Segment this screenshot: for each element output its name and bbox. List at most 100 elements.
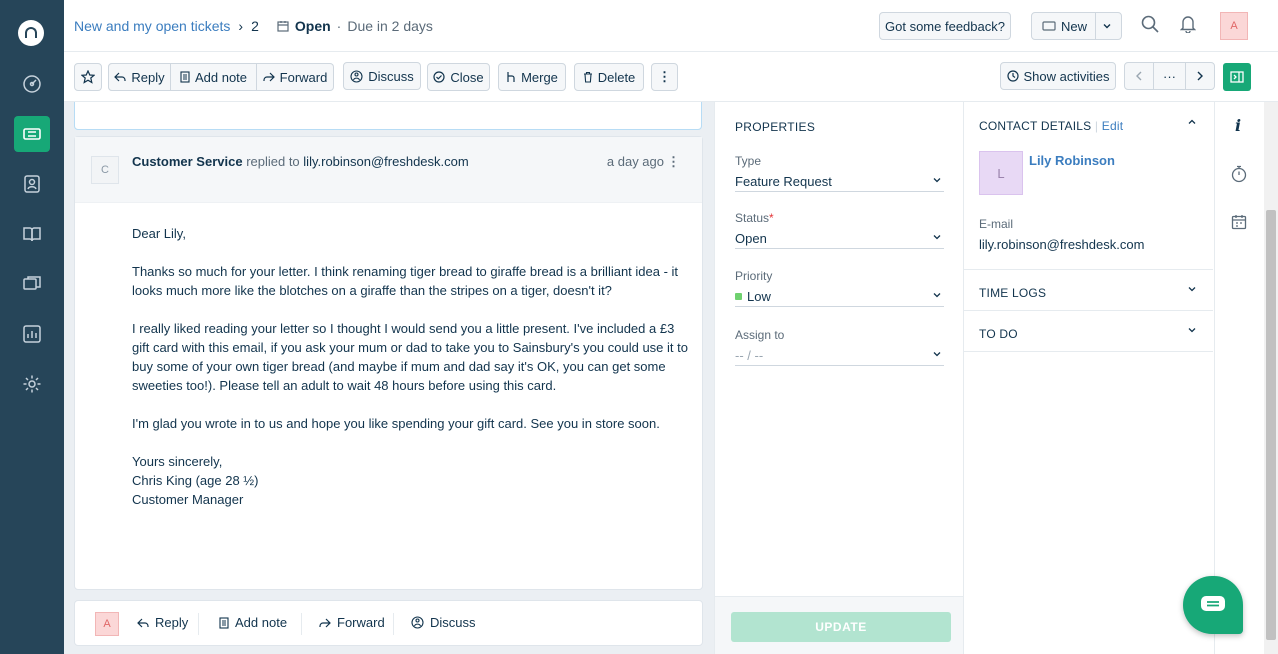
- toggle-sidebar-button[interactable]: [1223, 63, 1251, 91]
- bell-icon[interactable]: [1180, 15, 1196, 33]
- breadcrumb: New and my open tickets › 2 Open · Due i…: [74, 18, 433, 34]
- message-more-icon[interactable]: ⋮: [667, 154, 680, 170]
- add-note-label: Add note: [194, 69, 248, 85]
- forward-action[interactable]: Forward: [319, 615, 385, 630]
- contacts-icon[interactable]: [14, 166, 50, 202]
- chat-bubble-icon: [1201, 596, 1225, 611]
- kebab-icon: ⋮: [658, 69, 671, 84]
- body-paragraph: Dear Lily,: [132, 226, 186, 241]
- assign-label: Assign to: [735, 328, 785, 342]
- trash-icon: [583, 71, 592, 83]
- message-action: replied to: [246, 154, 300, 169]
- priority-field[interactable]: Priority Low: [735, 269, 944, 307]
- chevron-down-icon[interactable]: [1102, 21, 1112, 31]
- reply-icon: [114, 72, 126, 82]
- type-select[interactable]: Feature Request: [735, 172, 944, 192]
- signoff-line: Yours sincerely,: [132, 454, 223, 469]
- time-logs-title[interactable]: TIME LOGS: [979, 286, 1046, 300]
- sender-name[interactable]: Customer Service: [132, 154, 243, 169]
- close-button[interactable]: Close: [427, 63, 490, 91]
- status-text: Open: [294, 18, 331, 34]
- search-icon[interactable]: [1141, 15, 1159, 33]
- calendar-icon[interactable]: [1231, 214, 1247, 230]
- previous-message-card: [74, 102, 702, 130]
- chevron-down-icon: [933, 293, 941, 298]
- breadcrumb-ticket-list-link[interactable]: New and my open tickets: [74, 18, 230, 34]
- ticket-number: 2: [251, 18, 259, 34]
- ticket-status: Open · Due in 2 days: [277, 18, 433, 34]
- dashboard-icon[interactable]: [14, 66, 50, 102]
- prev-ticket-button[interactable]: [1124, 62, 1154, 90]
- forward-button[interactable]: Forward: [257, 63, 334, 91]
- merge-button[interactable]: Merge: [498, 63, 566, 91]
- admin-gear-icon[interactable]: [14, 366, 50, 402]
- assign-value: -- / --: [735, 348, 764, 363]
- show-activities-button[interactable]: Show activities: [1000, 62, 1116, 90]
- reply-action-label: Reply: [155, 615, 189, 630]
- check-circle-icon: [433, 71, 445, 83]
- forward-icon: [263, 72, 275, 82]
- signoff-line: Customer Manager: [132, 492, 244, 507]
- properties-title: PROPERTIES: [735, 120, 816, 134]
- next-ticket-button[interactable]: [1185, 62, 1215, 90]
- chevron-down-icon[interactable]: [1187, 325, 1197, 335]
- discuss-action[interactable]: Discuss: [411, 615, 476, 630]
- contact-details-header: CONTACT DETAILS | Edit: [979, 119, 1124, 133]
- add-note-action[interactable]: Add note: [219, 615, 287, 630]
- reply-action[interactable]: Reply: [137, 615, 188, 630]
- assign-select[interactable]: -- / --: [735, 346, 944, 366]
- priority-select[interactable]: Low: [735, 287, 944, 307]
- type-label: Type: [735, 154, 762, 168]
- delete-button[interactable]: Delete: [574, 63, 644, 91]
- discuss-label: Discuss: [368, 68, 414, 84]
- type-field[interactable]: Type Feature Request: [735, 154, 944, 192]
- more-options-button[interactable]: ⋮: [651, 63, 678, 91]
- chevron-down-icon: [933, 178, 941, 183]
- update-button[interactable]: UPDATE: [731, 612, 951, 642]
- todo-title[interactable]: TO DO: [979, 327, 1018, 341]
- info-icon[interactable]: i: [1235, 116, 1241, 135]
- status-select[interactable]: Open: [735, 229, 944, 249]
- discuss-action-label: Discuss: [430, 615, 476, 630]
- add-note-button[interactable]: Add note: [171, 63, 257, 91]
- ticket-toolbar: Reply Add note Forward Discuss Close Mer…: [64, 52, 1278, 102]
- chevron-up-icon[interactable]: [1187, 117, 1197, 127]
- assign-field[interactable]: Assign to -- / --: [735, 328, 944, 366]
- tickets-icon[interactable]: [14, 116, 50, 152]
- forward-action-label: Forward: [337, 615, 385, 630]
- signoff-line: Chris King (age 28 ½): [132, 473, 259, 488]
- email-label: E-mail: [979, 217, 1014, 231]
- ticket-list-more-button[interactable]: ···: [1153, 62, 1186, 90]
- discuss-icon: [411, 616, 424, 629]
- chevron-right-icon: [1197, 71, 1203, 81]
- message-body: Dear Lily, Thanks so much for your lette…: [132, 224, 692, 509]
- left-nav: [0, 0, 64, 654]
- freshdesk-logo-icon[interactable]: [18, 20, 44, 46]
- chat-widget-button[interactable]: [1183, 576, 1243, 634]
- chevron-down-icon[interactable]: [1187, 284, 1197, 294]
- reports-icon[interactable]: [14, 316, 50, 352]
- update-footer: UPDATE: [715, 596, 963, 654]
- timer-icon[interactable]: [1231, 165, 1247, 183]
- reply-label: Reply: [131, 69, 165, 85]
- type-value: Feature Request: [735, 174, 832, 189]
- star-button[interactable]: [74, 63, 102, 91]
- reply-button[interactable]: Reply: [108, 63, 171, 91]
- panel-toggle-icon: [1230, 71, 1244, 83]
- status-field[interactable]: Status* Open: [735, 211, 944, 249]
- delete-label: Delete: [597, 69, 636, 85]
- scrollbar[interactable]: [1264, 102, 1278, 654]
- solutions-book-icon[interactable]: [14, 216, 50, 252]
- edit-contact-link[interactable]: Edit: [1102, 119, 1123, 133]
- merge-label: Merge: [521, 69, 558, 85]
- contact-panel: CONTACT DETAILS | Edit L Lily Robinson E…: [964, 102, 1214, 654]
- user-avatar[interactable]: A: [1220, 12, 1248, 40]
- contact-name[interactable]: Lily Robinson: [1029, 153, 1115, 168]
- feedback-button[interactable]: Got some feedback?: [879, 12, 1011, 40]
- scrollbar-thumb[interactable]: [1266, 210, 1276, 640]
- properties-panel: PROPERTIES Type Feature Request Status* …: [714, 102, 964, 654]
- conversation-pane: C Customer Service replied to lily.robin…: [64, 102, 714, 654]
- forums-icon[interactable]: [14, 266, 50, 302]
- discuss-button[interactable]: Discuss: [343, 62, 421, 90]
- history-icon: [1006, 70, 1019, 82]
